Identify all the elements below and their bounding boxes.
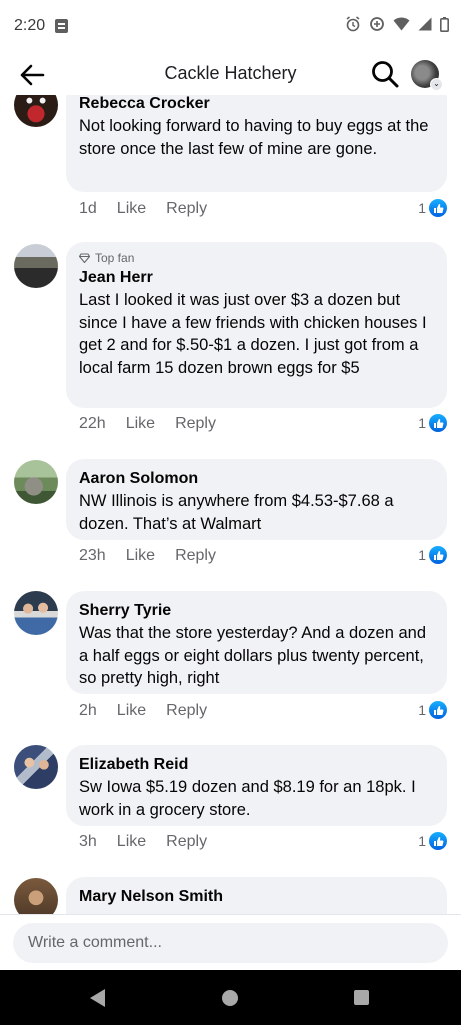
thumbs-up-icon [429,414,447,432]
comment-list[interactable]: Rebecca Crocker Not looking forward to h… [0,95,461,914]
avatar[interactable] [14,95,58,127]
comment-author[interactable]: Sherry Tyrie [79,600,433,622]
reply-button[interactable]: Reply [166,702,207,720]
comment-time[interactable]: 3h [79,833,97,851]
data-saver-icon [370,17,384,31]
comment-author[interactable]: Jean Herr [79,267,433,289]
like-button[interactable]: Like [117,833,146,851]
like-button[interactable]: Like [117,702,146,720]
reaction-count[interactable]: 1 [418,414,447,432]
comment-bubble: Aaron Solomon NW Illinois is anywhere fr… [66,459,447,540]
reaction-number: 1 [418,415,426,431]
like-button[interactable]: Like [126,415,155,433]
comment-author[interactable]: Rebecca Crocker [79,95,433,115]
nav-back-icon[interactable] [90,989,105,1007]
comment-author[interactable]: Elizabeth Reid [79,754,433,776]
nav-recents-icon[interactable] [354,990,369,1005]
comment-bubble: Elizabeth Reid Sw Iowa $5.19 dozen and $… [66,745,447,826]
comment-time[interactable]: 2h [79,702,97,720]
comment-bubble: Rebecca Crocker Not looking forward to h… [66,95,447,192]
reaction-count[interactable]: 1 [418,701,447,719]
comment-text: Sw Iowa $5.19 dozen and $8.19 for an 18p… [79,778,416,819]
comment-composer [0,914,461,970]
avatar[interactable] [14,591,58,635]
comment-text: Was that the store yesterday? And a doze… [79,624,427,687]
comment-text: NW Illinois is anywhere from $4.53-$7.68… [79,492,394,533]
thumbs-up-icon [429,832,447,850]
reply-button[interactable]: Reply [166,200,207,218]
reply-button[interactable]: Reply [175,415,216,433]
system-nav-bar [0,970,461,1025]
reaction-number: 1 [418,702,426,718]
nav-home-icon[interactable] [222,990,238,1006]
comment-bubble: Mary Nelson Smith [66,877,447,914]
thumbs-up-icon [429,199,447,217]
comment-actions: 3h Like Reply [79,833,227,851]
badge-label: Top fan [95,251,135,265]
reaction-number: 1 [418,833,426,849]
like-button[interactable]: Like [117,200,146,218]
comment-time[interactable]: 23h [79,547,106,565]
battery-icon [440,16,449,32]
alarm-icon [346,16,360,32]
signal-icon [418,17,432,31]
reaction-number: 1 [418,547,426,563]
comment-bubble: Sherry Tyrie Was that the store yesterda… [66,591,447,694]
notification-icon [55,19,68,33]
thumbs-up-icon [429,546,447,564]
page-avatar[interactable]: ⌄ [411,60,443,91]
reply-button[interactable]: Reply [166,833,207,851]
header: Cackle Hatchery ⌄ [0,55,461,95]
comment-actions: 23h Like Reply [79,547,236,565]
avatar[interactable] [14,244,58,288]
comment-actions: 2h Like Reply [79,702,227,720]
status-bar: 2:20 [0,0,461,55]
avatar[interactable] [14,745,58,789]
comment-bubble: Top fan Jean Herr Last I looked it was j… [66,242,447,408]
comment-actions: 1d Like Reply [79,200,227,218]
wifi-icon [393,17,410,31]
comment-input[interactable] [13,923,448,963]
comment-text: Last I looked it was just over $3 a doze… [79,291,427,377]
status-icons [345,16,449,32]
search-icon[interactable] [370,59,400,89]
avatar[interactable] [14,878,58,914]
comment-time[interactable]: 1d [79,200,97,218]
top-fan-badge: Top fan [79,251,433,265]
comment-author[interactable]: Mary Nelson Smith [79,886,433,908]
like-button[interactable]: Like [126,547,155,565]
comment-time[interactable]: 22h [79,415,106,433]
comment-author[interactable]: Aaron Solomon [79,468,433,490]
thumbs-up-icon [429,701,447,719]
reaction-count[interactable]: 1 [418,546,447,564]
status-time: 2:20 [14,17,46,34]
reply-button[interactable]: Reply [175,547,216,565]
avatar[interactable] [14,460,58,504]
reaction-count[interactable]: 1 [418,832,447,850]
comment-actions: 22h Like Reply [79,415,236,433]
diamond-icon [79,253,90,263]
reaction-count[interactable]: 1 [418,199,447,217]
comment-text: Not looking forward to having to buy egg… [79,117,429,158]
chevron-down-icon: ⌄ [430,78,443,91]
reaction-number: 1 [418,200,426,216]
